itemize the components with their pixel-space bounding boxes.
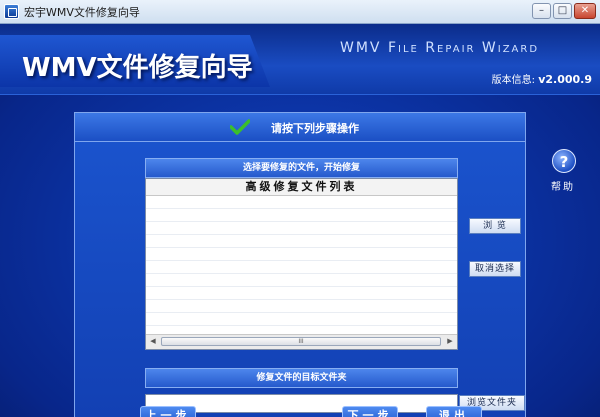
scroll-thumb[interactable]: III xyxy=(161,337,441,346)
target-folder-label: 修复文件的目标文件夹 xyxy=(145,368,458,388)
cancel-selection-button[interactable]: 取消选择 xyxy=(469,261,521,277)
minimize-button[interactable]: – xyxy=(532,3,551,19)
browse-button[interactable]: 浏 览 xyxy=(469,218,521,234)
panel-header: 请按下列步骤操作 xyxy=(75,113,525,142)
version-info: 版本信息: v2.000.9 xyxy=(492,71,592,86)
next-step-button[interactable]: 下一步 xyxy=(342,406,398,417)
title-bar: 宏宇WMV文件修复向导 – □ ✕ xyxy=(0,0,600,24)
select-files-label: 选择要修复的文件，开始修复 xyxy=(145,158,458,178)
prev-step-button[interactable]: 上一步 xyxy=(140,406,196,417)
horizontal-scrollbar[interactable]: ◀ III ▶ xyxy=(146,334,457,349)
panel-heading: 请按下列步骤操作 xyxy=(271,122,359,135)
app-icon xyxy=(4,4,19,19)
list-column-header: 高级修复文件列表 xyxy=(146,179,457,196)
list-rows[interactable] xyxy=(146,196,457,333)
header-banner: WMV文件修复向导 WMV File Repair Wizard 版本信息: v… xyxy=(0,24,600,95)
version-value: v2.000.9 xyxy=(538,73,592,86)
repair-file-list[interactable]: 高级修复文件列表 ◀ III ▶ xyxy=(145,178,458,350)
app-client-area: WMV文件修复向导 WMV File Repair Wizard 版本信息: v… xyxy=(0,24,600,417)
close-button[interactable]: ✕ xyxy=(574,3,596,19)
check-icon xyxy=(230,119,250,135)
app-logo-title: WMV文件修复向导 xyxy=(22,53,253,83)
window-title: 宏宇WMV文件修复向导 xyxy=(24,6,140,19)
scroll-right-icon[interactable]: ▶ xyxy=(445,336,455,347)
wizard-panel: 请按下列步骤操作 选择要修复的文件，开始修复 高级修复文件列表 ◀ III ▶ … xyxy=(74,112,526,417)
maximize-button[interactable]: □ xyxy=(553,3,572,19)
version-label: 版本信息: xyxy=(491,75,536,86)
app-subtitle: WMV File Repair Wizard xyxy=(340,40,540,56)
exit-button[interactable]: 退出 xyxy=(426,406,482,417)
help-icon[interactable]: ? xyxy=(552,149,576,173)
scroll-left-icon[interactable]: ◀ xyxy=(148,336,158,347)
help-label[interactable]: 帮助 xyxy=(551,178,575,193)
